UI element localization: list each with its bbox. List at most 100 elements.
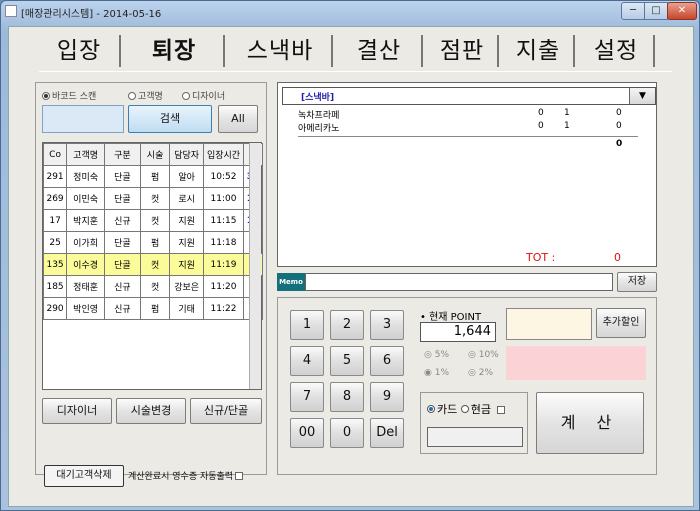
- list-divider: [298, 136, 638, 137]
- tab-settings[interactable]: 설정: [579, 35, 655, 67]
- table-row[interactable]: 17박지훈신규컷지원11:1511: [42, 209, 263, 232]
- payment-options: 카드 현금: [427, 401, 505, 417]
- window-title: [매장관리시스템] - 2014-05-16: [21, 9, 162, 20]
- payment-panel: 1 2 3 4 5 6 7 8 9 00 0 Del • 현재 POINT 1,…: [277, 297, 657, 475]
- tab-expense[interactable]: 지출: [503, 35, 575, 67]
- treatment-change-button[interactable]: 시술변경: [116, 398, 186, 424]
- total-label: TOT :: [526, 251, 556, 264]
- payment-amount-input[interactable]: [427, 427, 523, 447]
- cell: 단골: [104, 187, 141, 210]
- cell: 신규: [104, 275, 141, 298]
- radio-card[interactable]: 카드: [427, 403, 457, 416]
- cell: 단골: [104, 231, 141, 254]
- tab-underline: [39, 71, 672, 72]
- cell: 기태: [169, 297, 204, 320]
- table-row[interactable]: 290박인영신규펌기태11:225: [42, 297, 263, 320]
- cell: 지원: [169, 253, 204, 276]
- maximize-button[interactable]: □: [644, 2, 668, 20]
- key-7[interactable]: 7: [290, 382, 324, 412]
- cell: 135: [42, 253, 68, 276]
- rate-option-5[interactable]: ◎ 5%: [424, 350, 449, 360]
- table-row[interactable]: 185정태훈신규컷강보은11:207: [42, 275, 263, 298]
- title-bar[interactable]: [매장관리시스템] - 2014-05-16 ─ □ ✕: [1, 1, 699, 23]
- tab-settlement[interactable]: 결산: [337, 35, 423, 67]
- auto-print-label: 계산완료시 영수증 자동출력: [128, 472, 234, 482]
- discount-display: [506, 308, 592, 340]
- key-5[interactable]: 5: [330, 346, 364, 376]
- tab-entry[interactable]: 입장: [39, 35, 121, 67]
- cell: 11:22: [203, 297, 244, 320]
- rate-option-2[interactable]: ◎ 2%: [468, 368, 493, 378]
- close-button[interactable]: ✕: [667, 2, 697, 20]
- client-area: 입장 퇴장 스낵바 결산 점판 지출 설정 바코드 스캔 고객명 디자이너 검색…: [8, 26, 694, 507]
- checkbox-icon[interactable]: [235, 472, 244, 480]
- save-button[interactable]: 저장: [617, 272, 657, 292]
- rate-option-10[interactable]: ◎ 10%: [468, 350, 499, 360]
- cell: 11:00: [203, 187, 244, 210]
- dropdown-arrow-icon[interactable]: ▼: [629, 88, 655, 104]
- minimize-button[interactable]: ─: [621, 2, 645, 20]
- item-name: 아메리카노: [298, 124, 340, 134]
- key-4[interactable]: 4: [290, 346, 324, 376]
- key-1[interactable]: 1: [290, 310, 324, 340]
- grid-header: Co 고객명 구분 시술 담당자 입장시간: [42, 143, 263, 166]
- radio-barcode[interactable]: 바코드 스캔: [42, 89, 96, 102]
- item-b: 1: [564, 121, 570, 131]
- key-3[interactable]: 3: [370, 310, 404, 340]
- category-dropdown[interactable]: [스낵바] ▼: [282, 87, 656, 105]
- key-0[interactable]: 0: [330, 418, 364, 448]
- extra-discount-button[interactable]: 추가할인: [596, 308, 646, 338]
- cell: 박인영: [66, 297, 106, 320]
- radio-designer[interactable]: 디자이너: [182, 89, 225, 102]
- cell: 펌: [139, 231, 171, 254]
- barcode-input[interactable]: [42, 105, 124, 133]
- memo-input[interactable]: [305, 273, 613, 291]
- rate-label: 2%: [478, 368, 493, 378]
- card-label: 카드: [437, 403, 458, 416]
- point-value: 1,644: [420, 322, 496, 342]
- list-item[interactable]: 녹차프라페 0 1 0: [298, 108, 638, 121]
- all-button[interactable]: All: [218, 105, 258, 133]
- tab-store-sales[interactable]: 점판: [427, 35, 499, 67]
- tab-snackbar[interactable]: 스낵바: [229, 35, 333, 67]
- key-6[interactable]: 6: [370, 346, 404, 376]
- checkbox-icon[interactable]: [496, 406, 505, 414]
- key-del[interactable]: Del: [370, 418, 404, 448]
- cell: 269: [42, 187, 68, 210]
- table-row[interactable]: 25이가희단골펌지원11:189: [42, 231, 263, 254]
- radio-cash[interactable]: 현금: [460, 403, 491, 416]
- search-button[interactable]: 검색: [128, 105, 212, 133]
- table-row[interactable]: 291정미숙단골펌알아10:5235: [42, 165, 263, 188]
- customer-grid[interactable]: Co 고객명 구분 시술 담당자 입장시간 291정미숙단골펌알아10:5235: [42, 142, 263, 390]
- col-header: 고객명: [66, 143, 106, 166]
- rate-option-1[interactable]: ◉ 1%: [424, 368, 449, 378]
- designer-button[interactable]: 디자이너: [42, 398, 112, 424]
- radio-label: 디자이너: [192, 92, 226, 102]
- col-header: 구분: [104, 143, 141, 166]
- grid-scrollbar[interactable]: [249, 143, 261, 389]
- key-8[interactable]: 8: [330, 382, 364, 412]
- radio-customer-name[interactable]: 고객명: [128, 89, 163, 102]
- list-item[interactable]: 아메리카노 0 1 0: [298, 121, 638, 134]
- cell: 11:20: [203, 275, 244, 298]
- cash-label: 현금: [470, 403, 491, 416]
- customer-panel: 바코드 스캔 고객명 디자이너 검색 All Co 고객명 구분 시술 담당자: [35, 82, 267, 487]
- cell: 10:52: [203, 165, 244, 188]
- cell: 지원: [169, 209, 204, 232]
- item-c: 0: [616, 121, 622, 131]
- key-00[interactable]: 00: [290, 418, 324, 448]
- cell: 지원: [169, 231, 204, 254]
- cell: 정태훈: [66, 275, 106, 298]
- new-regular-button[interactable]: 신규/단골: [190, 398, 262, 424]
- key-9[interactable]: 9: [370, 382, 404, 412]
- tab-exit[interactable]: 퇴장: [125, 35, 225, 67]
- table-row[interactable]: 269이민숙단골컷로시11:0019: [42, 187, 263, 210]
- col-header: 시술: [139, 143, 171, 166]
- delete-waiting-button[interactable]: 대기고객삭제: [44, 465, 124, 487]
- table-row-selected[interactable]: 135이수경단골컷지원11:198: [42, 253, 263, 276]
- cell: 컷: [139, 275, 171, 298]
- auto-print-option[interactable]: 계산완료시 영수증 자동출력: [128, 469, 244, 482]
- calculate-button[interactable]: 계 산: [536, 392, 644, 454]
- cell: 박지훈: [66, 209, 106, 232]
- key-2[interactable]: 2: [330, 310, 364, 340]
